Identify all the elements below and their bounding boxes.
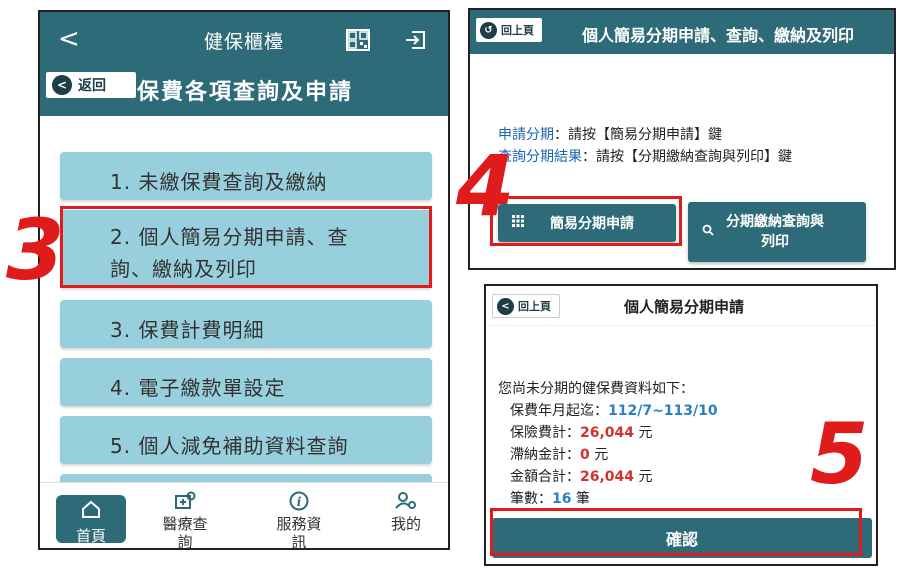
count-unit: 筆 [571,491,590,507]
highlight-box-step4 [490,196,682,246]
summary-premium: 保險費計：26,044 元 [510,422,652,442]
nav-label: 服務資 [276,515,322,533]
count-label: 筆數： [510,491,552,507]
summary-count: 筆數：16 筆 [510,488,590,508]
search-icon [702,224,714,240]
bottom-nav: 首頁 醫療查 詢 i 服務資 訊 我的 [40,482,448,550]
back-page-label: 回上頁 [501,24,534,37]
premium-unit: 元 [634,425,653,441]
instruction-query: 查詢分期結果：請按【分期繳納查詢與列印】鍵 [498,146,792,166]
back-page-button[interactable]: < 回上頁 [492,294,560,318]
period-value: 112/7~113/10 [608,403,718,419]
nav-label: 醫療查 [162,515,208,533]
svg-text:i: i [297,495,302,509]
total-value: 26,044 [580,469,635,485]
panel2-title: 個人簡易分期申請、查詢、繳納及列印 [582,26,855,45]
return-button[interactable]: < 返回 [46,72,136,98]
late-fee-value: 0 [580,447,590,463]
back-arrow-icon: ↺ [480,21,497,39]
nav-label: 我的 [390,515,421,533]
medical-search-icon [150,491,220,513]
menu-item-subsidy[interactable]: 5. 個人減免補助資料查詢 [60,416,432,464]
nav-medical-search[interactable]: 醫療查 詢 [150,491,220,550]
chevron-left-icon: < [497,297,514,315]
total-unit: 元 [634,469,653,485]
menu-item-premium-detail[interactable]: 3. 保費計費明細 [60,300,432,348]
nav-label-line2: 詢 [177,533,193,550]
count-value: 16 [552,491,572,507]
step-number-5: 5 [810,405,869,503]
panel2-header: ↺ 回上頁 個人簡易分期申請、查詢、繳納及列印 [470,10,894,54]
return-button-label: 返回 [78,78,106,94]
highlight-box-step3 [60,206,432,288]
nav-label: 首頁 [75,527,106,545]
chevron-left-icon: < [52,75,72,95]
nav-home[interactable]: 首頁 [56,495,126,545]
late-fee-label: 滯納金計： [510,447,580,463]
nav-mine[interactable]: 我的 [376,491,436,533]
logout-icon[interactable] [404,30,426,50]
instruction-apply-text: ：請按【簡易分期申請】鍵 [554,127,722,143]
step-number-3: 3 [6,201,65,299]
nav-label-line2: 訊 [291,533,307,550]
query-print-label: 分期繳納查詢與 列印 [726,212,824,252]
page-header: < 返回 保費各項查詢及申請 [40,68,448,116]
highlight-box-step5 [490,508,862,556]
premium-label: 保險費計： [510,425,580,441]
period-label: 保費年月起迄： [510,403,608,419]
menu-item-label: 1. 未繳保費查詢及繳納 [110,170,328,194]
menu-item-label: 3. 保費計費明細 [110,318,265,342]
instruction-apply: 申請分期：請按【簡易分期申請】鍵 [498,124,722,144]
page-title: 保費各項查詢及申請 [137,80,354,105]
info-icon: i [264,491,334,513]
summary-total: 金額合計：26,044 元 [510,466,652,486]
menu-item-label: 4. 電子繳款單設定 [110,376,286,400]
premium-value: 26,044 [580,425,635,441]
app-header: < 健保櫃檯 [40,12,448,68]
home-icon [56,499,126,523]
back-page-button[interactable]: ↺ 回上頁 [476,18,542,42]
step-number-4: 4 [456,137,515,235]
menu-item-e-bill[interactable]: 4. 電子繳款單設定 [60,358,432,406]
panel3-header: < 回上頁 個人簡易分期申請 [486,286,876,326]
menu-item-unpaid[interactable]: 1. 未繳保費查詢及繳納 [60,152,432,200]
summary-late-fee: 滯納金計：0 元 [510,444,608,464]
summary-intro: 您尚未分期的健保費資料如下： [498,381,694,397]
query-print-label-line2: 列印 [761,234,789,250]
query-print-button[interactable]: 分期繳納查詢與 列印 [688,202,866,262]
total-label: 金額合計： [510,469,580,485]
user-settings-icon [376,491,436,513]
app-title: 健保櫃檯 [203,31,284,53]
menu-item-label: 5. 個人減免補助資料查詢 [110,434,349,458]
summary-period: 保費年月起迄：112/7~113/10 [510,400,718,420]
late-fee-unit: 元 [589,447,609,463]
query-print-label-line1: 分期繳納查詢與 [726,214,824,230]
instruction-query-text: ：請按【分期繳納查詢與列印】鍵 [582,149,792,165]
nav-service-info[interactable]: i 服務資 訊 [264,491,334,550]
back-page-label: 回上頁 [518,300,551,313]
qr-code-icon[interactable] [346,29,370,51]
panel3-title: 個人簡易分期申請 [624,298,745,316]
